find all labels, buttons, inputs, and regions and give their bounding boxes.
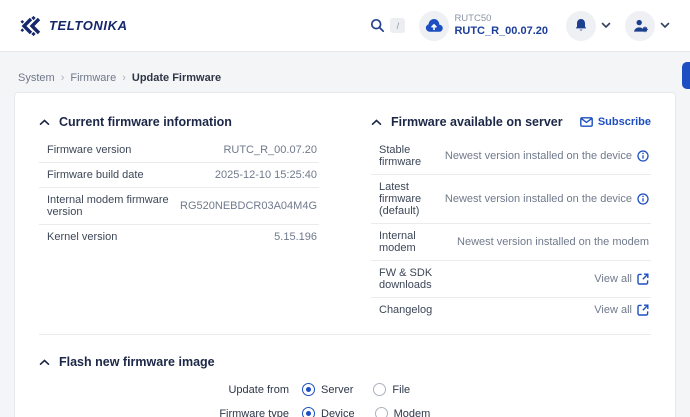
view-all-label: View all — [594, 273, 632, 285]
view-all-link[interactable]: View all — [594, 304, 649, 316]
table-row: Kernel version 5.15.196 — [39, 225, 319, 250]
firmware-type-radio-group: Device Modem — [302, 407, 651, 417]
server-firmware-section: Firmware available on server Subscribe S… — [371, 115, 651, 322]
device-info: RUTC50 RUTC_R_00.07.20 — [454, 13, 548, 39]
collapse-chevron-up-icon — [371, 119, 382, 126]
radio-modem-label[interactable]: Modem — [394, 408, 431, 417]
update-from-label: Update from — [39, 384, 289, 396]
row-label: Stable firmware — [371, 138, 437, 175]
mail-icon — [580, 117, 593, 127]
row-value: 2025-12-10 15:25:40 — [172, 163, 319, 188]
user-menu[interactable] — [625, 11, 670, 41]
view-all-link[interactable]: View all — [594, 273, 649, 285]
info-icon[interactable] — [637, 150, 649, 162]
row-value: Newest version installed on the modem — [457, 236, 649, 248]
breadcrumb-update-firmware: Update Firmware — [132, 72, 221, 84]
external-link-icon — [637, 304, 649, 316]
notifications-menu[interactable] — [566, 11, 611, 41]
device-firmware-version: RUTC_R_00.07.20 — [454, 25, 548, 39]
device-model: RUTC50 — [454, 13, 548, 25]
flash-form: Update from Server File Firmware type — [39, 383, 651, 417]
chevron-down-icon[interactable] — [601, 22, 611, 29]
breadcrumb: System › Firmware › Update Firmware — [18, 72, 672, 84]
subscribe-link[interactable]: Subscribe — [580, 116, 651, 128]
radio-device[interactable] — [302, 407, 315, 417]
section-divider — [39, 334, 651, 335]
breadcrumb-separator: › — [122, 72, 126, 84]
teltonika-logo[interactable]: TELTONIKA — [20, 16, 128, 36]
row-label: Internal modem firmware version — [39, 188, 172, 225]
flash-section-header[interactable]: Flash new firmware image — [39, 355, 651, 369]
table-row: Stable firmware Newest version installed… — [371, 138, 651, 175]
top-header: TELTONIKA / RUTC50 RUTC_R_00.07. — [0, 0, 690, 52]
table-row: Latest firmware (default) Newest version… — [371, 175, 651, 224]
search-shortcut-hint: / — [390, 18, 405, 33]
row-label: Changelog — [371, 298, 437, 323]
current-firmware-title: Current firmware information — [59, 115, 232, 129]
bell-icon — [574, 18, 588, 33]
table-row: Internal modem Newest version installed … — [371, 224, 651, 261]
radio-modem[interactable] — [375, 407, 388, 417]
row-label: Latest firmware (default) — [371, 175, 437, 224]
search-button[interactable]: / — [370, 18, 405, 33]
breadcrumb-system[interactable]: System — [18, 72, 55, 84]
current-firmware-section: Current firmware information Firmware ve… — [39, 115, 319, 322]
user-settings-icon — [633, 19, 648, 33]
current-firmware-header[interactable]: Current firmware information — [39, 115, 232, 129]
row-value: Newest version installed on the device — [445, 193, 632, 205]
table-row: Firmware version RUTC_R_00.07.20 — [39, 138, 319, 163]
radio-option-device[interactable]: Device — [302, 407, 355, 417]
server-firmware-header[interactable]: Firmware available on server — [371, 115, 563, 129]
row-value: 5.15.196 — [172, 225, 319, 250]
row-label: Kernel version — [39, 225, 172, 250]
teltonika-logo-icon — [20, 16, 44, 36]
row-value: Newest version installed on the device — [445, 150, 632, 162]
radio-server-label[interactable]: Server — [321, 384, 353, 396]
radio-option-modem[interactable]: Modem — [375, 407, 431, 417]
cloud-upload-icon — [425, 19, 443, 33]
info-icon[interactable] — [637, 193, 649, 205]
radio-file[interactable] — [373, 383, 386, 396]
row-value: RUTC_R_00.07.20 — [172, 138, 319, 163]
row-label: Firmware build date — [39, 163, 172, 188]
chevron-down-icon[interactable] — [660, 22, 670, 29]
subscribe-label: Subscribe — [598, 116, 651, 128]
user-button[interactable] — [625, 11, 655, 41]
bell-button[interactable] — [566, 11, 596, 41]
server-firmware-title: Firmware available on server — [391, 115, 563, 129]
collapse-chevron-up-icon — [39, 359, 50, 366]
row-label: Firmware version — [39, 138, 172, 163]
collapse-chevron-up-icon — [39, 119, 50, 126]
breadcrumb-separator: › — [61, 72, 65, 84]
radio-server[interactable] — [302, 383, 315, 396]
radio-option-server[interactable]: Server — [302, 383, 353, 396]
row-label: Internal modem — [371, 224, 437, 261]
row-label: FW & SDK downloads — [371, 261, 437, 298]
table-row: Internal modem firmware version RG520NEB… — [39, 188, 319, 225]
external-link-icon — [637, 273, 649, 285]
rms-cloud-button[interactable] — [419, 11, 449, 41]
update-from-radio-group: Server File — [302, 383, 651, 396]
firmware-card: Current firmware information Firmware ve… — [14, 92, 676, 417]
table-row: Firmware build date 2025-12-10 15:25:40 — [39, 163, 319, 188]
table-row: FW & SDK downloads View all — [371, 261, 651, 298]
flash-section-title: Flash new firmware image — [59, 355, 215, 369]
firmware-type-label: Firmware type — [39, 408, 289, 417]
search-icon — [370, 18, 385, 33]
radio-file-label[interactable]: File — [392, 384, 410, 396]
radio-device-label[interactable]: Device — [321, 408, 355, 417]
breadcrumb-firmware[interactable]: Firmware — [70, 72, 116, 84]
table-row: Changelog View all — [371, 298, 651, 323]
view-all-label: View all — [594, 304, 632, 316]
row-value: RG520NEBDCR03A04M4G — [172, 188, 319, 225]
side-panel-tab[interactable] — [682, 62, 690, 89]
radio-option-file[interactable]: File — [373, 383, 410, 396]
teltonika-logo-text: TELTONIKA — [49, 18, 128, 33]
